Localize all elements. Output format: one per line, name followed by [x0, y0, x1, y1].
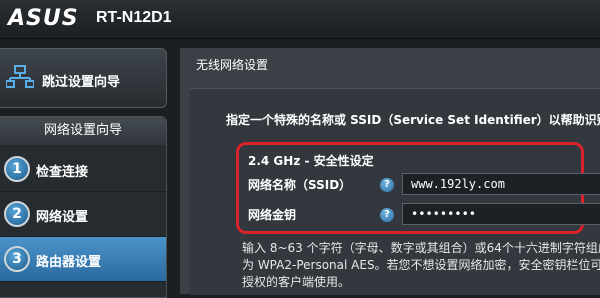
ssid-description: 指定一个特殊的名称或 SSID（Service Set Identifier）以… — [226, 113, 600, 127]
wizard-step-router-setup[interactable]: 3 路由器设置 — [0, 237, 166, 282]
step-label: 网络设置 — [36, 210, 89, 225]
step-label: 路由器设置 — [36, 255, 102, 270]
skip-setup-wizard-label: 跳过设置向导 — [42, 75, 121, 90]
key-hint-line: 输入 8~63 个字符（字母、数字或其组合）或64个十六进制字符组成 — [242, 241, 600, 255]
ssid-input[interactable]: www.192ly.com — [402, 173, 600, 195]
wizard-title: 网络设置向导 — [0, 117, 166, 145]
ssid-label: 网络名称（SSID） — [248, 178, 352, 192]
step-number-icon: 1 — [4, 156, 30, 182]
asus-logo: ASUS — [8, 6, 79, 31]
skip-setup-wizard-button[interactable]: 跳过设置向导 — [0, 48, 167, 108]
wireless-settings-panel: 指定一个特殊的名称或 SSID（Service Set Identifier）以… — [190, 88, 600, 295]
sidebar: 跳过设置向导 网络设置向导 1 检查连接 2 网络设置 3 路由器设置 — [0, 38, 172, 298]
main-content: 无线网络设置 指定一个特殊的名称或 SSID（Service Set Ident… — [180, 48, 600, 295]
model-name: RT-N12D1 — [96, 9, 172, 26]
step-number-icon: 2 — [4, 201, 30, 227]
wizard-step-network-setup[interactable]: 2 网络设置 — [0, 192, 166, 237]
network-key-input[interactable]: ••••••••• — [402, 203, 600, 225]
help-icon[interactable]: ? — [380, 178, 394, 192]
top-bar: ASUS RT-N12D1 — [0, 0, 600, 39]
help-icon[interactable]: ? — [380, 208, 394, 222]
step-number-icon: 3 — [4, 246, 30, 272]
network-icon — [5, 65, 35, 93]
step-label: 检查连接 — [36, 165, 89, 180]
key-hint-line: 为 WPA2-Personal AES。若您不想设置网络加密，安全密钥栏位可保 — [242, 258, 600, 272]
network-key-label: 网络金钥 — [248, 208, 297, 222]
key-hint-line: 授权的客户端使用。 — [242, 275, 351, 289]
page-title: 无线网络设置 — [196, 58, 269, 72]
setup-wizard-panel: 网络设置向导 1 检查连接 2 网络设置 3 路由器设置 — [0, 116, 167, 298]
band-security-title: 2.4 GHz - 安全性设定 — [248, 154, 374, 168]
wizard-step-check-connection[interactable]: 1 检查连接 — [0, 147, 166, 192]
